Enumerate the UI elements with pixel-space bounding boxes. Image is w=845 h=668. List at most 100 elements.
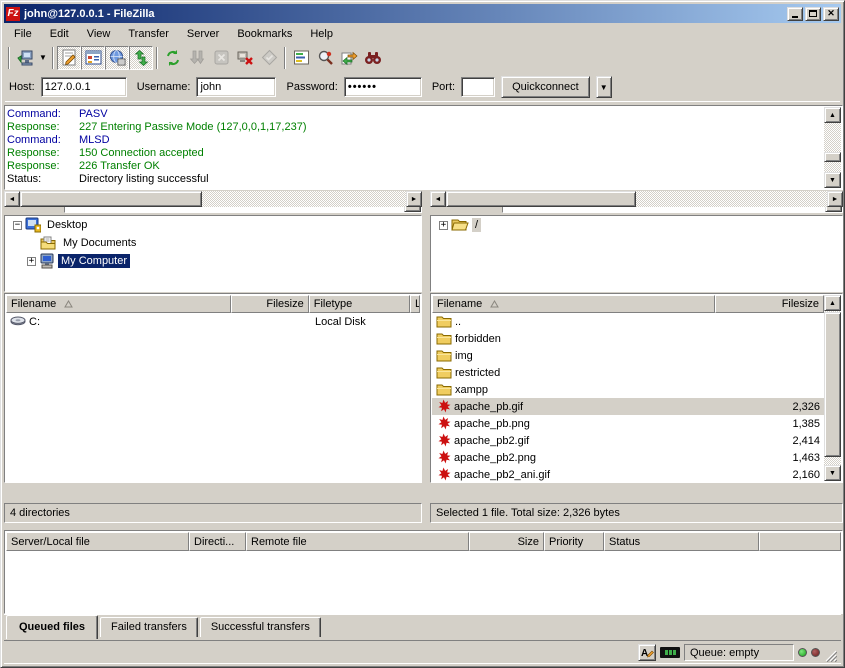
- scroll-up-icon[interactable]: ▲: [824, 295, 841, 311]
- host-input[interactable]: [41, 77, 127, 97]
- scrollbar-track[interactable]: [824, 123, 841, 172]
- quickconnect-button[interactable]: Quickconnect: [501, 76, 590, 98]
- menu-edit[interactable]: Edit: [41, 26, 78, 42]
- maximize-button[interactable]: [805, 7, 821, 21]
- menu-bookmarks[interactable]: Bookmarks: [228, 26, 301, 42]
- toggle-remote-tree-button[interactable]: [105, 46, 129, 70]
- local-horizontal-scrollbar[interactable]: ◄ ►: [4, 191, 422, 207]
- tab-queued-files[interactable]: Queued files: [6, 615, 98, 639]
- tree-item-label[interactable]: My Documents: [60, 236, 139, 250]
- column-header-filename[interactable]: Filename: [432, 295, 715, 313]
- speed-limit-indicator-icon[interactable]: [660, 647, 680, 658]
- scroll-left-icon[interactable]: ◄: [430, 191, 446, 207]
- remote-file-row[interactable]: apache_pb2_ani.gif 2,160: [432, 466, 824, 483]
- expand-icon[interactable]: +: [439, 221, 448, 230]
- column-header-filesize[interactable]: Filesize: [715, 295, 824, 313]
- scrollbar-thumb[interactable]: [824, 152, 841, 162]
- message-log-lines: Command:PASV Response:227 Entering Passi…: [7, 108, 822, 187]
- password-input[interactable]: [344, 77, 422, 97]
- local-list-header: Filename Filesize Filetype L: [6, 295, 420, 313]
- my-documents-icon: [40, 236, 57, 251]
- cancel-operation-button[interactable]: [209, 46, 233, 70]
- folder-icon: [436, 366, 452, 379]
- remote-dir-row[interactable]: xampp: [432, 381, 824, 398]
- scroll-right-icon[interactable]: ►: [827, 191, 843, 207]
- scrollbar-thumb[interactable]: [446, 191, 636, 207]
- toggle-log-button[interactable]: [57, 46, 81, 70]
- column-header-size[interactable]: Size: [469, 532, 544, 551]
- synchronized-browsing-button[interactable]: [337, 46, 361, 70]
- tree-item-my-documents[interactable]: My Documents: [5, 234, 421, 252]
- remote-file-row[interactable]: apache_pb2.png 1,463: [432, 449, 824, 466]
- scroll-left-icon[interactable]: ◄: [4, 191, 20, 207]
- remote-dir-row[interactable]: img: [432, 347, 824, 364]
- scrollbar-thumb[interactable]: [824, 312, 841, 457]
- process-queue-button[interactable]: [185, 46, 209, 70]
- local-drive-row[interactable]: C: Local Disk: [6, 313, 420, 330]
- tree-item-label[interactable]: Desktop: [44, 218, 90, 232]
- collapse-icon[interactable]: −: [13, 221, 22, 230]
- expand-icon[interactable]: +: [27, 257, 36, 266]
- column-header-direction[interactable]: Directi...: [189, 532, 246, 551]
- folder-icon: [436, 332, 452, 345]
- port-input[interactable]: [461, 77, 495, 97]
- close-button[interactable]: ✕: [823, 7, 839, 21]
- column-header-priority[interactable]: Priority: [544, 532, 604, 551]
- remote-file-row-selected[interactable]: apache_pb.gif 2,326: [432, 398, 824, 415]
- toggle-local-tree-button[interactable]: [81, 46, 105, 70]
- tab-successful-transfers[interactable]: Successful transfers: [200, 617, 321, 637]
- disconnect-button[interactable]: [233, 46, 257, 70]
- remote-list-scrollbar[interactable]: ▲ ▼: [824, 295, 841, 481]
- column-header-filetype[interactable]: Filetype: [309, 295, 410, 313]
- quickconnect-dropdown[interactable]: ▼: [596, 76, 612, 98]
- remote-dir-row[interactable]: forbidden: [432, 330, 824, 347]
- remote-file-row[interactable]: apache_pb2.gif 2,414: [432, 432, 824, 449]
- title-bar[interactable]: Fz john@127.0.0.1 - FileZilla ✕: [4, 4, 841, 23]
- scroll-right-icon[interactable]: ►: [406, 191, 422, 207]
- scrollbar-thumb[interactable]: [20, 191, 202, 207]
- remote-horizontal-scrollbar[interactable]: ◄ ►: [430, 191, 843, 207]
- find-files-button[interactable]: [361, 46, 385, 70]
- toggle-queue-button[interactable]: [129, 46, 153, 70]
- column-header-server-local-file[interactable]: Server/Local file: [6, 532, 189, 551]
- tree-item-label[interactable]: /: [472, 218, 481, 232]
- transfer-type-indicator-icon[interactable]: A: [638, 644, 656, 661]
- username-label: Username:: [137, 81, 191, 93]
- column-header-filename[interactable]: Filename: [6, 295, 231, 313]
- menu-transfer[interactable]: Transfer: [119, 26, 178, 42]
- menu-file[interactable]: File: [5, 26, 41, 42]
- resize-grip[interactable]: [824, 649, 837, 662]
- queue-header: Server/Local file Directi... Remote file…: [6, 532, 841, 551]
- remote-file-row[interactable]: apache_pb.png 1,385: [432, 415, 824, 432]
- column-header-status[interactable]: Status: [604, 532, 759, 551]
- reconnect-button[interactable]: [257, 46, 281, 70]
- menu-help[interactable]: Help: [301, 26, 342, 42]
- remote-dir-row[interactable]: ..: [432, 313, 824, 330]
- local-tree-icon: [85, 49, 102, 66]
- scroll-up-icon[interactable]: ▲: [824, 107, 841, 123]
- status-bar: A Queue: empty: [4, 640, 841, 664]
- tree-item-desktop[interactable]: − Desktop: [5, 216, 421, 234]
- column-header-filesize[interactable]: Filesize: [231, 295, 308, 313]
- tree-item-root[interactable]: + /: [431, 216, 842, 234]
- scroll-down-icon[interactable]: ▼: [824, 465, 841, 481]
- tree-item-label[interactable]: My Computer: [58, 254, 130, 268]
- refresh-button[interactable]: [161, 46, 185, 70]
- tree-item-my-computer[interactable]: + My Computer: [5, 252, 421, 270]
- scroll-down-icon[interactable]: ▼: [824, 172, 841, 188]
- log-scrollbar[interactable]: ▲ ▼: [824, 107, 841, 188]
- site-manager-dropdown[interactable]: ▼: [37, 46, 49, 70]
- site-manager-button[interactable]: [13, 46, 37, 70]
- menu-view[interactable]: View: [78, 26, 120, 42]
- remote-pane: Remote site: / ▼ + / Filename Filesize: [430, 191, 843, 528]
- username-input[interactable]: [196, 77, 276, 97]
- column-header-last-modified[interactable]: L: [410, 295, 420, 313]
- directory-comparison-button[interactable]: [313, 46, 337, 70]
- column-header-remote-file[interactable]: Remote file: [246, 532, 469, 551]
- menu-server[interactable]: Server: [178, 26, 228, 42]
- tab-failed-transfers[interactable]: Failed transfers: [100, 617, 198, 637]
- log-line: Status:Directory listing successful: [7, 173, 822, 186]
- remote-dir-row[interactable]: restricted: [432, 364, 824, 381]
- filter-button[interactable]: [289, 46, 313, 70]
- minimize-button[interactable]: [787, 7, 803, 21]
